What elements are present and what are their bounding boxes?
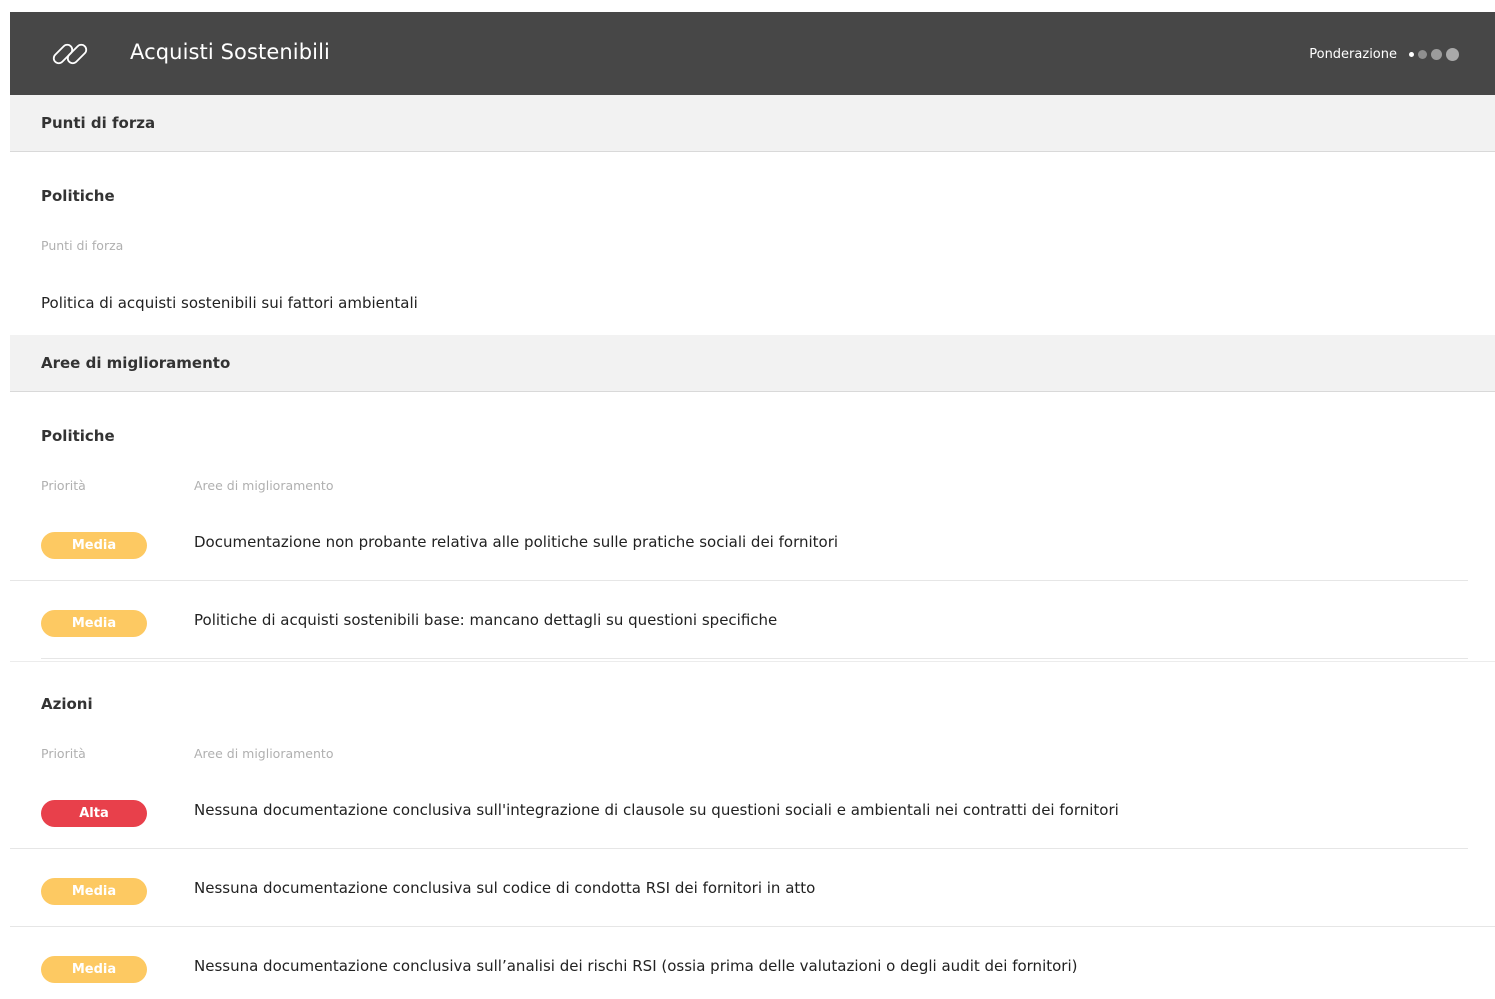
page-title: Acquisti Sostenibili [130,40,330,64]
improvement-text: Documentazione non probante relativa all… [194,533,839,551]
weight-dot [1409,52,1414,57]
priority-badge: Alta [41,800,147,827]
row-divider [10,926,1495,927]
improvement-text: Politiche di acquisti sostenibili base: … [194,611,778,629]
section-band-improvements: Aree di miglioramento [10,335,1495,392]
group-title: Politiche [41,187,115,205]
column-header-priority: Priorità [41,478,86,493]
improvement-text: Nessuna documentazione conclusiva sull'i… [194,801,1119,819]
priority-badge: Media [41,532,147,559]
weight-dot [1431,49,1442,60]
priority-badge: Media [41,956,147,983]
section-title: Aree di miglioramento [41,354,231,372]
row-divider [41,658,1468,659]
header-bar: Acquisti Sostenibili Ponderazione [10,12,1495,95]
group-divider [10,661,1495,662]
improvement-text: Nessuna documentazione conclusiva sull’a… [194,957,1078,975]
column-header-area: Aree di miglioramento [194,478,334,493]
column-header-priority: Priorità [41,746,86,761]
priority-badge: Media [41,878,147,905]
row-divider [10,848,1468,849]
link-icon [52,43,88,65]
weight-dots [1405,48,1459,61]
section-title: Punti di forza [41,114,156,132]
weight-dot [1446,48,1459,61]
column-header-area: Aree di miglioramento [194,746,334,761]
column-header: Punti di forza [41,238,124,253]
scorecard-panel: Acquisti Sostenibili Ponderazione Punti … [10,12,1495,999]
section-band-strengths: Punti di forza [10,95,1495,152]
weight-dot [1418,50,1427,59]
weight-label: Ponderazione [1309,47,1397,62]
weight-indicator: Ponderazione [1309,47,1459,62]
improvement-text: Nessuna documentazione conclusiva sul co… [194,879,816,897]
group-title: Azioni [41,695,93,713]
priority-badge: Media [41,610,147,637]
row-divider [10,580,1468,581]
list-item: Politica di acquisti sostenibili sui fat… [41,294,418,312]
group-title: Politiche [41,427,115,445]
